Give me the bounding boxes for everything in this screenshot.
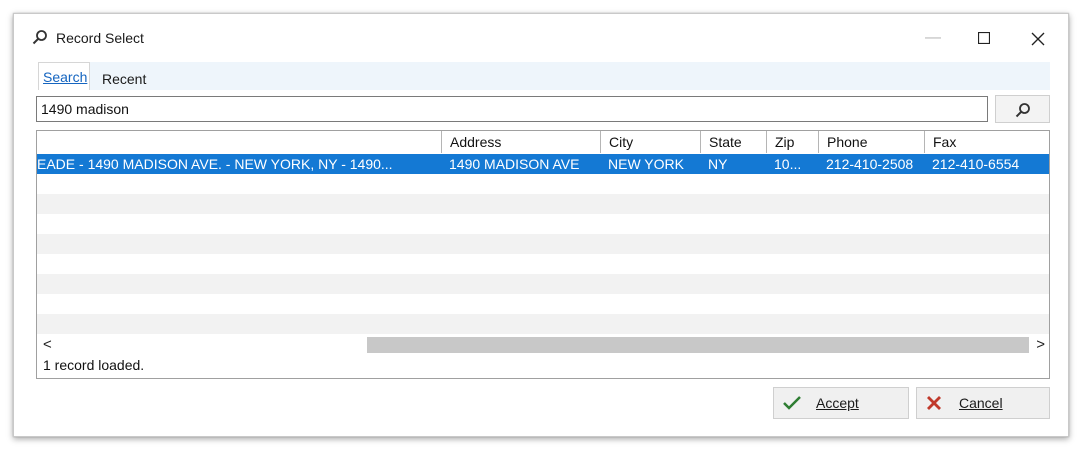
table-row[interactable]: EADE - 1490 MADISON AVE. - NEW YORK, NY … — [37, 154, 1049, 174]
empty-row — [37, 194, 1049, 214]
close-button[interactable] — [1024, 24, 1052, 52]
record-select-dialog: Record Select — Search Recent Address Ci… — [13, 13, 1069, 437]
window-title: Record Select — [56, 30, 144, 46]
column-header-address[interactable]: Address — [441, 131, 600, 153]
empty-row — [37, 274, 1049, 294]
empty-row — [37, 294, 1049, 314]
cell-zip: 10... — [774, 156, 802, 172]
scroll-left-arrow[interactable]: < — [43, 335, 52, 355]
status-text: 1 record loaded. — [43, 357, 145, 373]
cancel-button[interactable]: Cancel — [916, 387, 1050, 419]
search-input[interactable] — [36, 96, 988, 122]
accept-button[interactable]: Accept — [773, 387, 909, 419]
cell-city: NEW YORK — [608, 156, 684, 172]
cell-fax: 212-410-6554 — [932, 156, 1020, 172]
scroll-thumb[interactable] — [367, 337, 1029, 353]
empty-row — [37, 214, 1049, 234]
column-header-phone[interactable]: Phone — [818, 131, 924, 153]
grid-header: Address City State Zip Phone Fax — [37, 131, 1049, 153]
cell-address: 1490 MADISON AVE — [449, 156, 580, 172]
horizontal-scrollbar[interactable]: < > — [37, 335, 1049, 355]
column-header-name[interactable] — [37, 131, 441, 153]
search-icon — [32, 29, 48, 45]
cell-name: EADE - 1490 MADISON AVE. - NEW YORK, NY … — [37, 156, 393, 172]
accept-label: Accept — [816, 395, 859, 411]
search-button[interactable] — [995, 95, 1050, 123]
column-header-state[interactable]: State — [700, 131, 766, 153]
close-icon — [925, 394, 943, 415]
empty-row — [37, 254, 1049, 274]
search-icon — [1015, 103, 1030, 118]
empty-row — [37, 234, 1049, 254]
checkmark-icon — [782, 394, 802, 415]
column-header-fax[interactable]: Fax — [924, 131, 1049, 153]
empty-row — [37, 314, 1049, 334]
cancel-label: Cancel — [959, 395, 1003, 411]
scroll-right-arrow[interactable]: > — [1036, 335, 1045, 355]
minimize-button[interactable]: — — [919, 24, 947, 52]
tab-recent[interactable]: Recent — [98, 65, 150, 93]
column-header-zip[interactable]: Zip — [766, 131, 818, 153]
tab-strip: Search Recent — [38, 62, 1050, 90]
title-bar: Record Select — — [14, 14, 1068, 58]
results-grid: Address City State Zip Phone Fax EADE - … — [36, 130, 1050, 379]
cell-phone: 212-410-2508 — [826, 156, 914, 172]
empty-row — [37, 174, 1049, 194]
maximize-button[interactable] — [970, 24, 998, 52]
cell-state: NY — [708, 156, 728, 172]
column-header-city[interactable]: City — [600, 131, 700, 153]
tab-search[interactable]: Search — [38, 62, 90, 90]
